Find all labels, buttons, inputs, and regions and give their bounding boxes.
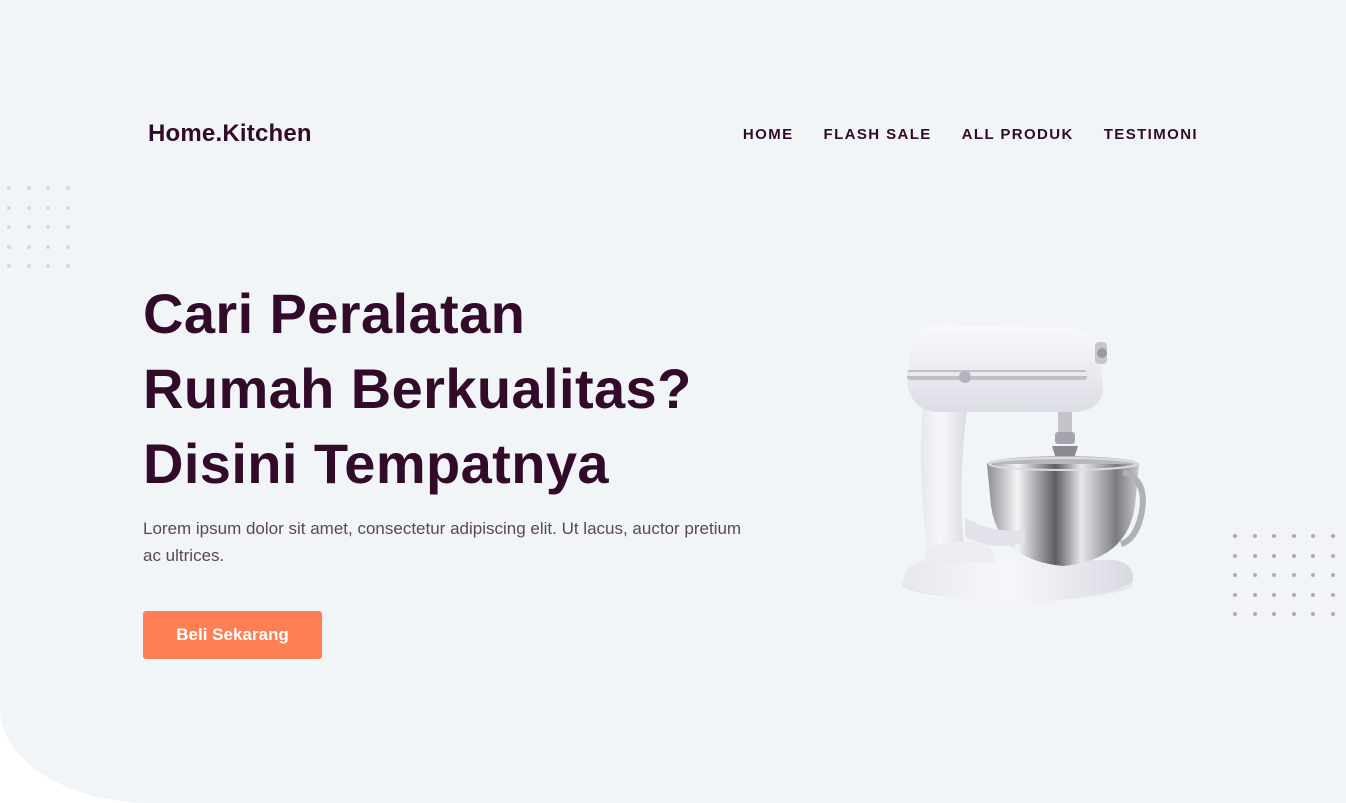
nav-item-all-produk[interactable]: ALL PRODUK [962,126,1074,143]
decorative-dot [1233,592,1237,597]
headline-line: Rumah Berkualitas? [143,357,692,420]
decorative-dot [1311,534,1315,538]
stand-mixer-image [901,325,1146,602]
decorative-dot [65,205,70,210]
decorative-dot [1291,573,1296,577]
hero-headline: Cari Peralatan Rumah Berkualitas? Disini… [143,276,783,501]
decorative-dot [65,264,70,268]
nav-item-flash-sale[interactable]: FLASH SALE [824,126,932,143]
decorative-dot [1252,612,1257,616]
decorative-dot [1252,534,1257,538]
decorative-dot [1330,573,1335,577]
decorative-dot [1311,553,1315,558]
decorative-dot [26,205,31,210]
decorative-dot [1252,592,1257,597]
decorative-dot [7,264,11,268]
decorative-dot [1233,534,1237,538]
decorative-dot [26,264,31,268]
decorative-dot [46,186,50,190]
decorative-dot [65,244,70,249]
headline-line: Disini Tempatnya [143,432,609,495]
main-nav: HOME FLASH SALE ALL PRODUK TESTIMONI [743,126,1198,143]
decorative-dot [1233,573,1237,577]
decorative-dot [46,205,50,210]
decorative-dot [1291,612,1296,616]
decorative-dot [7,186,11,190]
decorative-dot [1272,592,1276,597]
decorative-dot [26,225,31,229]
decorative-dot [1330,612,1335,616]
decorative-dot [1233,553,1237,558]
decorative-dot [7,244,11,249]
decorative-dot [1252,573,1257,577]
nav-item-testimoni[interactable]: TESTIMONI [1104,126,1198,143]
hero-section: Home.Kitchen HOME FLASH SALE ALL PRODUK … [0,0,1346,803]
buy-now-button[interactable]: Beli Sekarang [143,611,322,659]
brand-logo[interactable]: Home.Kitchen [148,120,312,148]
decorative-dot [1291,592,1296,597]
decorative-dot [1272,612,1276,616]
decorative-dot [1311,592,1315,597]
decorative-dot [1272,573,1276,577]
decorative-dot [1330,534,1335,538]
decorative-dot [1272,553,1276,558]
decorative-dot [26,186,31,190]
decorative-dot [1311,573,1315,577]
decorative-dot-grid-right [1233,534,1335,616]
decorative-dot [46,225,50,229]
decorative-dot [65,186,70,190]
headline-line: Cari Peralatan [143,282,526,345]
hero-description: Lorem ipsum dolor sit amet, consectetur … [143,519,742,565]
decorative-dot-grid-left [7,186,70,268]
decorative-dot [46,244,50,249]
decorative-dot [1330,592,1335,597]
decorative-dot [1311,612,1315,616]
decorative-dot [1291,534,1296,538]
decorative-dot [7,205,11,210]
decorative-dot [1291,553,1296,558]
decorative-dot [65,225,70,229]
decorative-dot [1330,553,1335,558]
decorative-dot [46,264,50,268]
decorative-dot [26,244,31,249]
decorative-dot [1272,534,1276,538]
decorative-dot [7,225,11,229]
decorative-dot [1233,612,1237,616]
decorative-dot [1252,553,1257,558]
nav-item-home[interactable]: HOME [743,126,794,143]
